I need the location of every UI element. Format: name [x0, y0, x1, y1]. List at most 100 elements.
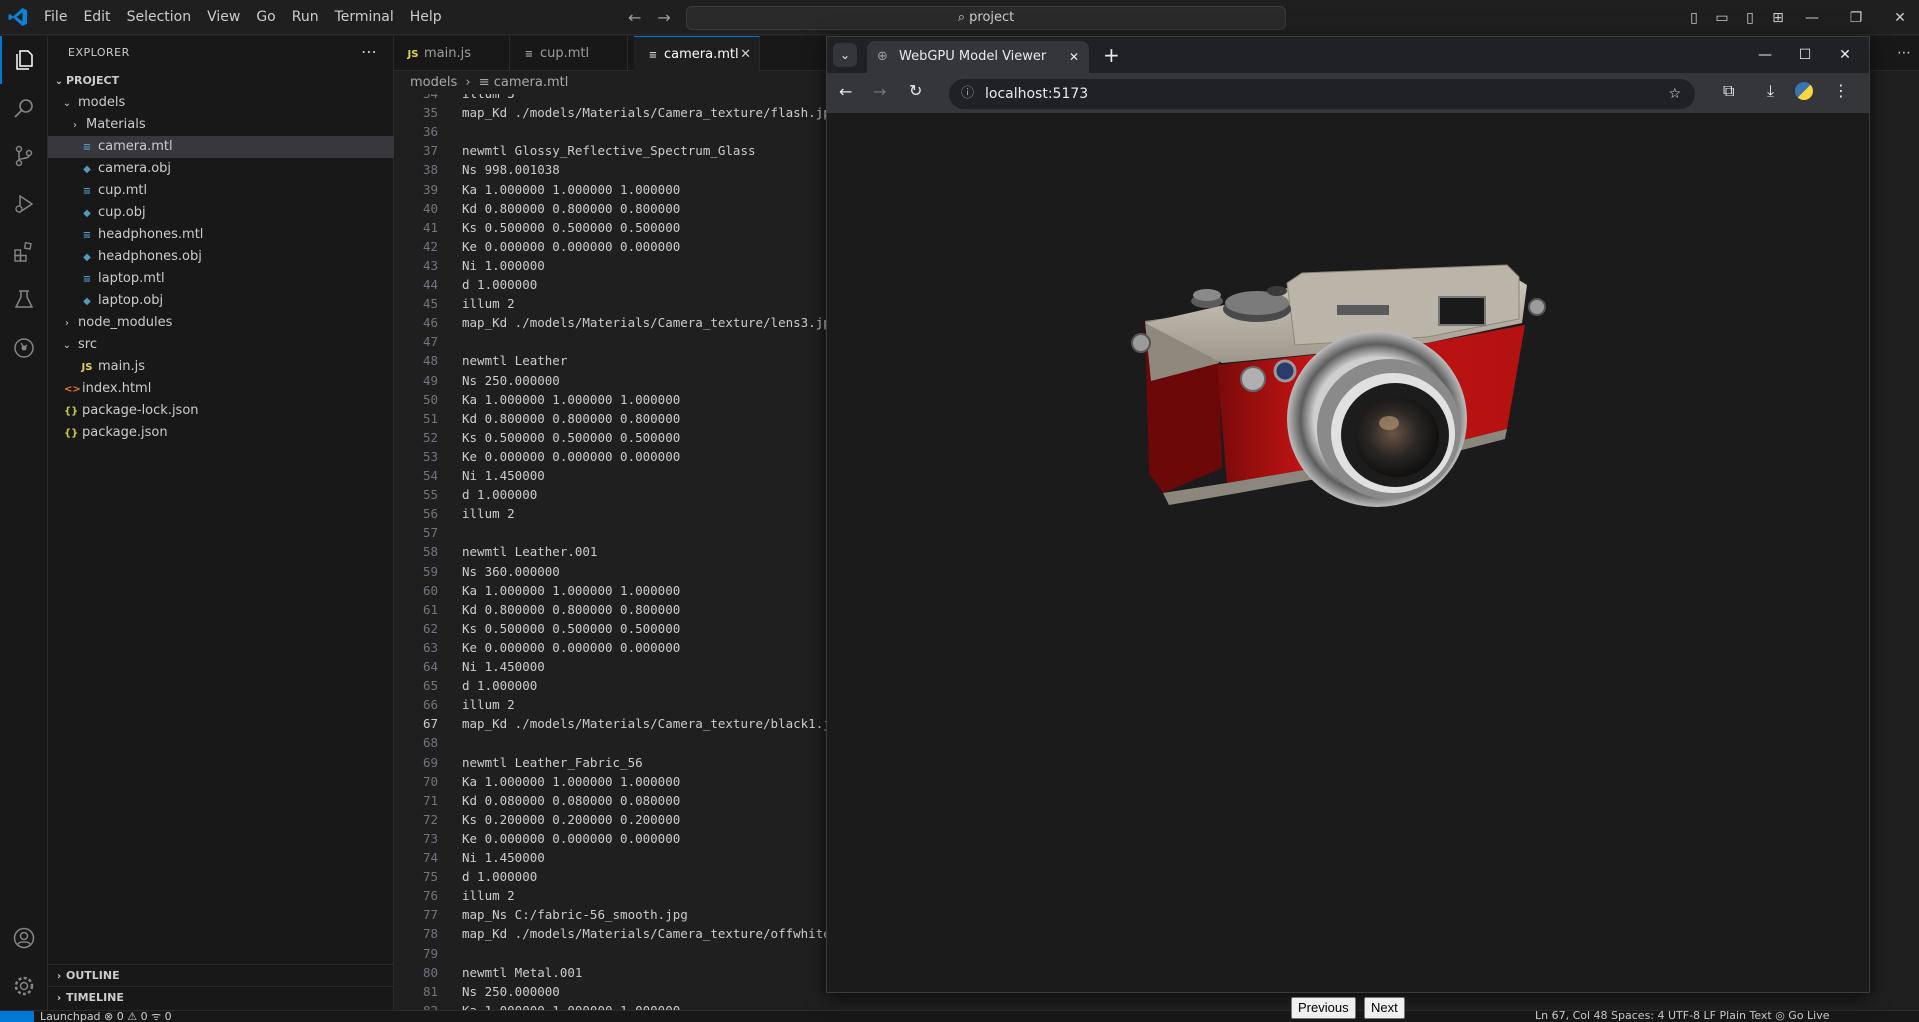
js-file-icon: JS [407, 49, 419, 60]
file-item[interactable]: ≡ cup.mtl [48, 180, 394, 202]
timeline-label: TIMELINE [66, 991, 124, 1004]
tab-cup-mtl[interactable]: ≡ cup.mtl [510, 36, 628, 71]
folder-item[interactable]: ⌄ models [48, 92, 394, 114]
line-text: Kd 0.800000 0.800000 0.800000 [462, 410, 681, 426]
more-actions-icon[interactable]: ⋯ [361, 42, 377, 61]
line-number: 45 [422, 296, 438, 312]
menu-view[interactable]: View [199, 0, 248, 35]
line-text: Ka 1.000000 1.000000 1.000000 [462, 582, 681, 598]
manage-gear-icon[interactable] [0, 962, 48, 1010]
timeline-section[interactable]: › TIMELINE [48, 986, 394, 1008]
file-item[interactable]: ◆ headphones.obj [48, 246, 394, 268]
toggle-secondary-sidebar-icon[interactable]: ▯ [1736, 10, 1764, 26]
file-item[interactable]: JS main.js [48, 356, 394, 378]
menu-help[interactable]: Help [402, 0, 450, 35]
command-center-search[interactable]: ⌕ project [686, 6, 1286, 30]
python-extension-icon[interactable] [1795, 82, 1813, 100]
search-icon: ⌕ [957, 10, 970, 25]
testing-icon[interactable] [0, 276, 48, 324]
tab-label: camera.mtl [664, 47, 739, 62]
back-arrow-icon[interactable]: ← [628, 8, 641, 27]
toggle-panel-icon[interactable]: ▭ [1708, 10, 1736, 26]
address-bar[interactable]: ⓘ localhost:5173 ☆ [949, 79, 1695, 109]
menu-run[interactable]: Run [284, 0, 327, 35]
bookmark-star-icon[interactable]: ☆ [1668, 79, 1681, 109]
source-control-icon[interactable] [0, 132, 48, 180]
folder-item[interactable]: › Materials [48, 114, 394, 136]
menu-file[interactable]: File [36, 0, 75, 35]
close-tab-icon[interactable]: ✕ [740, 37, 751, 72]
download-icon[interactable]: ⤓ [1767, 81, 1774, 101]
tab-main-js[interactable]: JS main.js [394, 36, 510, 71]
line-number: 66 [422, 697, 438, 713]
file-item[interactable]: ◆ camera.obj [48, 158, 394, 180]
back-arrow-icon[interactable]: ← [839, 82, 852, 101]
line-text: Ni 1.000000 [462, 257, 545, 273]
file-item[interactable]: ◆ cup.obj [48, 202, 394, 224]
tab-camera-mtl[interactable]: ≡ camera.mtl ✕ [634, 36, 760, 71]
remote-indicator-icon[interactable] [0, 1011, 34, 1022]
breadcrumb-folder[interactable]: models [410, 75, 457, 90]
file-item[interactable]: ≡ headphones.mtl [48, 224, 394, 246]
previous-button[interactable]: Previous [1291, 997, 1356, 1019]
outline-section[interactable]: › OUTLINE [48, 964, 394, 986]
kebab-menu-icon[interactable]: ⋮ [1833, 81, 1849, 100]
line-text: Ks 0.500000 0.500000 0.500000 [462, 219, 681, 235]
new-tab-icon[interactable]: + [1103, 41, 1120, 69]
explorer-sidebar: EXPLORER ⋯ ⌄ PROJECT ⌄ models › Materials ≡ ca… [48, 36, 394, 1010]
file-type-icon: JS [81, 362, 93, 373]
search-view-icon[interactable] [0, 84, 48, 132]
menu-edit[interactable]: Edit [75, 0, 118, 35]
file-item[interactable]: ≡ laptop.mtl [48, 268, 394, 290]
browser-tab[interactable]: ⊕ WebGPU Model Viewer ✕ [867, 41, 1089, 73]
browser-window-controls: — ☐ ✕ [1745, 37, 1865, 73]
webgpu-canvas[interactable]: Previous Next [827, 113, 1869, 1019]
line-number: 41 [422, 219, 438, 235]
menu-go[interactable]: Go [248, 0, 283, 35]
extensions-puzzle-icon[interactable]: ⧉ [1723, 81, 1734, 101]
line-number: 50 [422, 391, 438, 407]
file-item[interactable]: {} package-lock.json [48, 400, 394, 422]
tab-search-icon[interactable]: ⌄ [833, 43, 857, 67]
browser-tab-strip: ⌄ ⊕ WebGPU Model Viewer ✕ + — ☐ ✕ [827, 37, 1869, 73]
close-window-icon[interactable]: ✕ [1825, 37, 1865, 73]
restore-icon[interactable]: ❐ [1834, 10, 1878, 26]
menu-terminal[interactable]: Terminal [327, 0, 402, 35]
forward-arrow-icon[interactable]: → [873, 82, 886, 101]
line-text: illum 3 [462, 94, 515, 103]
git-graph-icon[interactable] [0, 324, 48, 372]
window-controls: — ❐ ✕ [1790, 0, 1919, 35]
extensions-icon[interactable] [0, 228, 48, 276]
close-window-icon[interactable]: ✕ [1878, 10, 1919, 26]
folder-item[interactable]: ⌄ src [48, 334, 394, 356]
file-item[interactable]: ◆ laptop.obj [48, 290, 394, 312]
line-text: Ni 1.450000 [462, 659, 545, 674]
breadcrumb-file[interactable]: camera.mtl [494, 75, 569, 90]
customize-layout-icon[interactable]: ⊞ [1764, 10, 1792, 26]
line-number: 72 [422, 811, 438, 827]
status-left[interactable]: Launchpad ⊗ 0 ⚠ 0 ᯤ 0 [40, 1011, 172, 1022]
menu-selection[interactable]: Selection [119, 0, 200, 35]
minimize-icon[interactable]: — [1790, 10, 1834, 26]
status-right[interactable]: Ln 67, Col 48 Spaces: 4 UTF-8 LF Plain T… [1535, 1011, 1830, 1022]
accounts-icon[interactable] [0, 914, 48, 962]
editor-more-icon[interactable]: ⋯ [1897, 36, 1911, 71]
maximize-icon[interactable]: ☐ [1785, 37, 1825, 73]
next-button[interactable]: Next [1364, 997, 1405, 1019]
folder-item[interactable]: › node_modules [48, 312, 394, 334]
file-item[interactable]: ≡ camera.mtl [48, 136, 394, 158]
close-tab-icon[interactable]: ✕ [1069, 41, 1079, 73]
minimize-icon[interactable]: — [1745, 37, 1785, 73]
site-info-icon[interactable]: ⓘ [961, 79, 974, 109]
reload-icon[interactable]: ↻ [909, 81, 922, 100]
tree-item-label: laptop.obj [98, 293, 164, 308]
explorer-icon[interactable] [0, 36, 48, 84]
toggle-sidebar-icon[interactable]: ▯ [1680, 10, 1708, 26]
forward-arrow-icon[interactable]: → [657, 8, 670, 27]
file-item[interactable]: {} package.json [48, 422, 394, 444]
browser-window: ⌄ ⊕ WebGPU Model Viewer ✕ + — ☐ ✕ ← → ↻ … [826, 36, 1870, 1019]
run-debug-icon[interactable] [0, 180, 48, 228]
line-number: 43 [422, 257, 438, 273]
project-folder-header[interactable]: ⌄ PROJECT [48, 70, 394, 92]
file-item[interactable]: <>index.html [48, 378, 394, 400]
